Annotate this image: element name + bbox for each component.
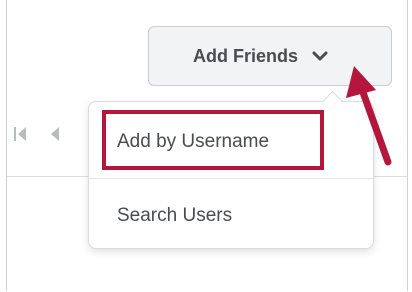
menu-item-label: Search Users xyxy=(117,205,233,226)
menu-item-search-users[interactable]: Search Users xyxy=(89,188,373,244)
highlight-box xyxy=(102,110,324,170)
previous-page-icon[interactable] xyxy=(49,126,61,147)
add-friends-label: Add Friends xyxy=(193,45,299,66)
menu-divider xyxy=(89,178,373,179)
pager xyxy=(13,126,61,147)
chevron-down-icon xyxy=(310,46,330,66)
first-page-icon[interactable] xyxy=(13,126,31,147)
arrow-icon xyxy=(346,66,392,166)
